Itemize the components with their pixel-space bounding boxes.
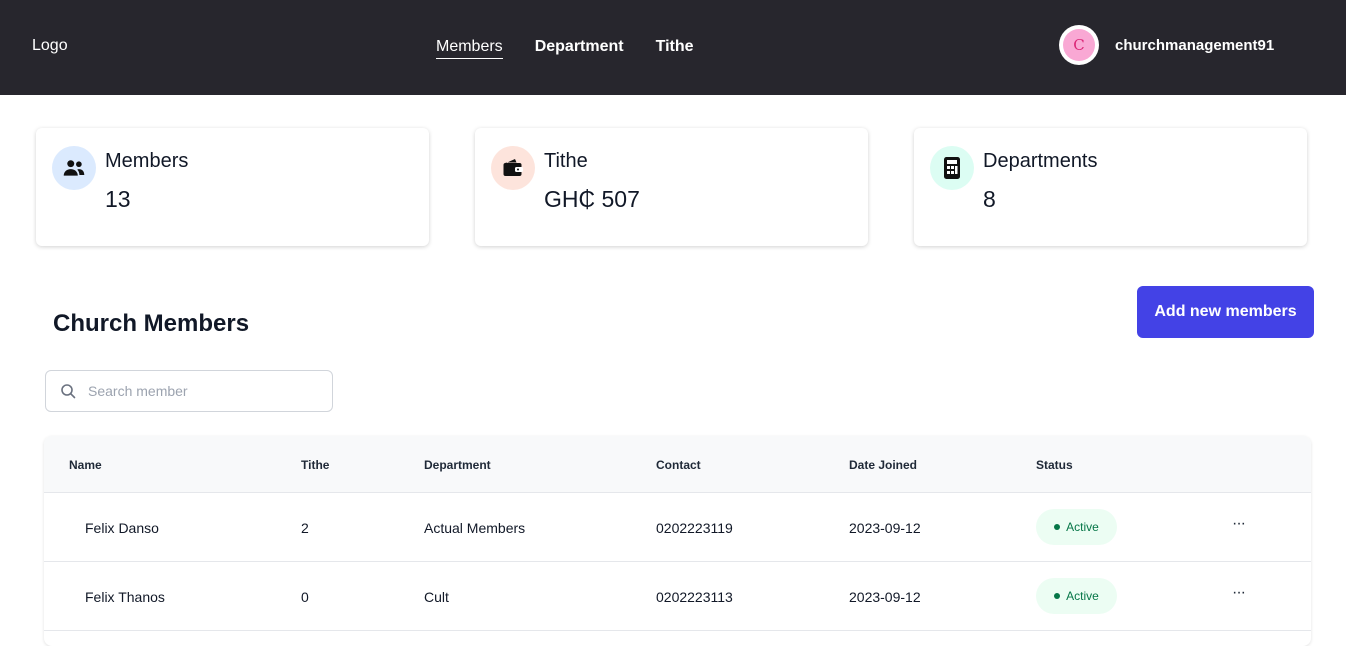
cell-date-joined: 2023-09-12	[849, 589, 921, 605]
column-header-contact[interactable]: Contact	[656, 458, 701, 472]
table-header: Name Tithe Department Contact Date Joine…	[44, 436, 1311, 493]
column-header-name[interactable]: Name	[69, 458, 102, 472]
username[interactable]: churchmanagement91	[1115, 37, 1274, 54]
column-header-status[interactable]: Status	[1036, 458, 1073, 472]
status-dot	[1054, 593, 1061, 599]
status-badge: Active	[1036, 509, 1117, 545]
status-badge: Active	[1036, 578, 1117, 614]
cell-contact: 0202223113	[656, 589, 733, 605]
cell-department: Cult	[424, 589, 449, 605]
status-text: Active	[1066, 589, 1099, 603]
search-input[interactable]	[88, 383, 318, 399]
stat-card-members: Members 13	[36, 128, 429, 246]
column-header-date-joined[interactable]: Date Joined	[849, 458, 917, 472]
main-nav: Members Department Tithe	[436, 38, 694, 59]
cell-department: Actual Members	[424, 520, 526, 536]
avatar-initial: C	[1063, 29, 1095, 61]
nav-tithe[interactable]: Tithe	[656, 38, 694, 59]
column-header-department[interactable]: Department	[424, 458, 491, 472]
stat-card-departments: Departments 8	[914, 128, 1307, 246]
avatar[interactable]: C	[1059, 25, 1099, 65]
user-menu[interactable]: C churchmanagement91	[1059, 25, 1274, 65]
cell-contact: 0202223119	[656, 520, 733, 536]
search-box[interactable]	[45, 370, 333, 412]
cell-name: Felix Thanos	[85, 589, 165, 605]
nav-members[interactable]: Members	[436, 38, 503, 59]
more-options-icon[interactable]: ···	[1232, 584, 1246, 602]
status-text: Active	[1066, 520, 1099, 534]
cell-tithe: 2	[301, 520, 309, 536]
column-header-tithe[interactable]: Tithe	[301, 458, 329, 472]
users-icon	[52, 146, 96, 190]
cell-name: Felix Danso	[85, 520, 159, 536]
add-members-button[interactable]: Add new members	[1137, 286, 1314, 338]
wallet-icon	[491, 146, 535, 190]
stat-value: 13	[105, 186, 131, 212]
stat-value: 8	[983, 186, 996, 212]
page-title: Church Members	[53, 310, 250, 337]
stat-title: Tithe	[544, 150, 588, 172]
table-row[interactable]: Felix Danso 2 Actual Members 0202223119 …	[44, 493, 1311, 562]
stat-value: GH₵ 507	[544, 186, 640, 212]
calculator-icon	[930, 146, 974, 190]
nav-department[interactable]: Department	[535, 38, 624, 59]
more-options-icon[interactable]: ···	[1232, 515, 1246, 533]
stat-title: Departments	[983, 150, 1098, 172]
stat-title: Members	[105, 150, 189, 172]
logo[interactable]: Logo	[32, 37, 68, 55]
members-table: Name Tithe Department Contact Date Joine…	[44, 436, 1311, 646]
cell-tithe: 0	[301, 589, 309, 605]
stat-card-tithe: Tithe GH₵ 507	[475, 128, 868, 246]
cell-date-joined: 2023-09-12	[849, 520, 921, 536]
top-navbar: Logo Members Department Tithe C churchma…	[0, 0, 1346, 95]
status-dot	[1054, 524, 1061, 530]
search-icon	[61, 384, 76, 399]
table-row[interactable]: Felix Thanos 0 Cult 0202223113 2023-09-1…	[44, 562, 1311, 631]
